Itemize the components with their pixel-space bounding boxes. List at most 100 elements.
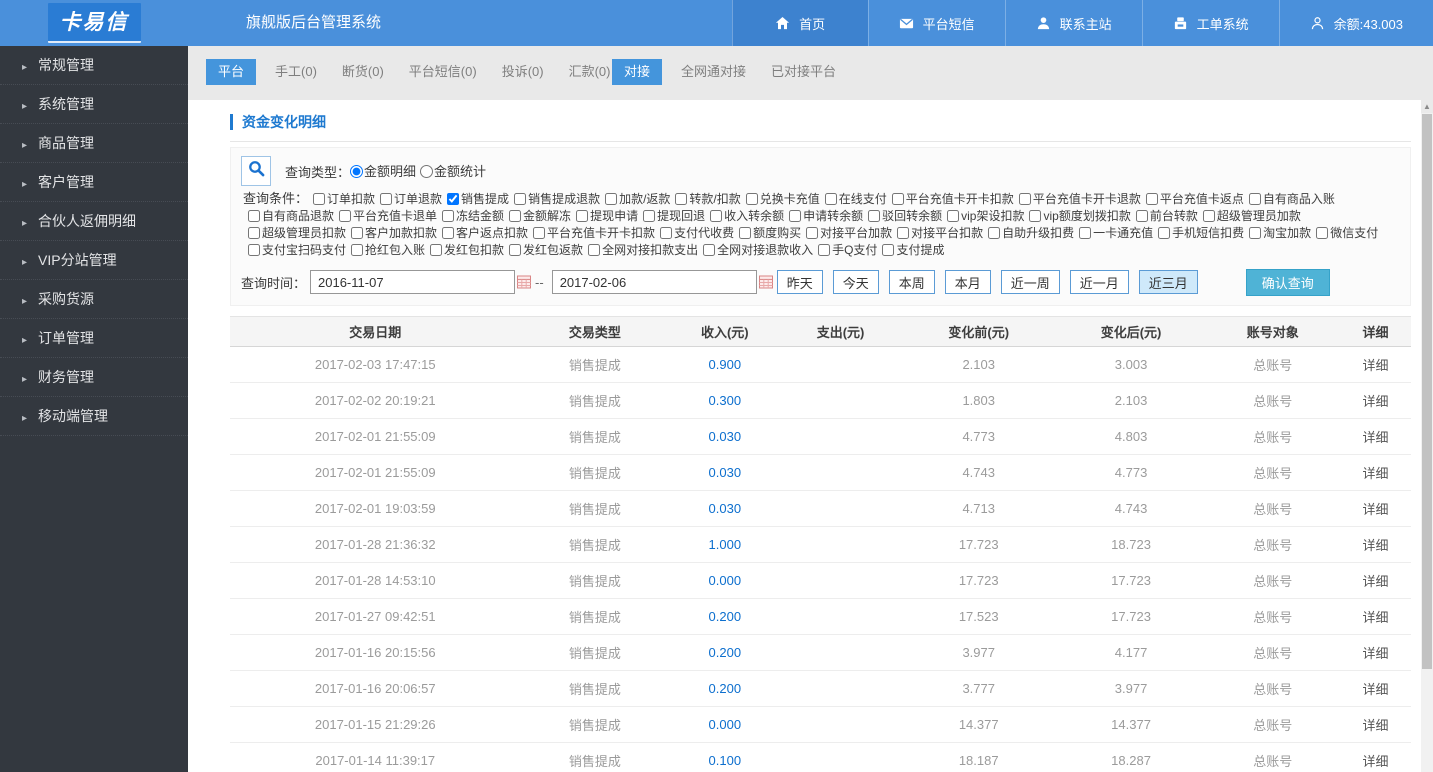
- checkbox-icon[interactable]: [351, 244, 364, 256]
- condition-checkbox[interactable]: 客户加款扣款: [346, 226, 437, 240]
- checkbox-icon[interactable]: [1202, 210, 1215, 222]
- topnav-item[interactable]: 工单系统: [1141, 0, 1279, 46]
- subnav-tab[interactable]: 对接: [612, 59, 663, 85]
- subnav-tab[interactable]: 已对接平台: [765, 59, 842, 85]
- checkbox-icon[interactable]: [824, 193, 837, 205]
- sidebar-item[interactable]: ▸ 财务管理: [0, 358, 188, 397]
- condition-checkbox[interactable]: 客户返点扣款: [437, 226, 528, 240]
- subnav-tab[interactable]: 汇款(0): [563, 59, 617, 85]
- condition-checkbox[interactable]: 申请转余额: [784, 209, 863, 223]
- condition-checkbox[interactable]: 平台充值卡开卡退款: [1014, 192, 1141, 206]
- condition-checkbox[interactable]: 支付提成: [877, 243, 944, 257]
- condition-checkbox[interactable]: vip额度划拨扣款: [1024, 209, 1131, 223]
- condition-checkbox[interactable]: 一卡通充值: [1074, 226, 1153, 240]
- topnav-item[interactable]: 平台短信: [867, 0, 1005, 46]
- detail-link[interactable]: 详细: [1363, 430, 1389, 445]
- subnav-tab[interactable]: 平台短信(0): [403, 59, 483, 85]
- logo-area[interactable]: 卡易信: [0, 0, 188, 46]
- detail-link[interactable]: 详细: [1363, 538, 1389, 553]
- sidebar-item[interactable]: ▸ VIP分站管理: [0, 241, 188, 280]
- checkbox-icon[interactable]: [509, 210, 522, 222]
- quick-range-button[interactable]: 昨天: [776, 270, 823, 294]
- income-value-link[interactable]: 0.900: [709, 357, 742, 372]
- checkbox-icon[interactable]: [447, 193, 460, 205]
- checkbox-icon[interactable]: [1145, 193, 1158, 205]
- checkbox-icon[interactable]: [891, 193, 904, 205]
- checkbox-icon[interactable]: [643, 210, 656, 222]
- checkbox-icon[interactable]: [442, 227, 455, 239]
- condition-checkbox[interactable]: 自助升级扣费: [983, 226, 1074, 240]
- detail-link[interactable]: 详细: [1363, 610, 1389, 625]
- topnav-item[interactable]: 联系主站: [1004, 0, 1142, 46]
- income-value-link[interactable]: 0.200: [709, 645, 742, 660]
- checkbox-icon[interactable]: [1316, 227, 1329, 239]
- topnav-item[interactable]: 首页: [731, 0, 868, 46]
- topnav-item[interactable]: 余额:43.003: [1278, 0, 1433, 46]
- income-value-link[interactable]: 0.300: [709, 393, 742, 408]
- checkbox-icon[interactable]: [988, 227, 1001, 239]
- checkbox-icon[interactable]: [588, 244, 601, 256]
- income-value-link[interactable]: 0.030: [709, 501, 742, 516]
- checkbox-icon[interactable]: [1135, 210, 1148, 222]
- sidebar-item[interactable]: ▸ 商品管理: [0, 124, 188, 163]
- condition-checkbox[interactable]: 销售提成: [442, 192, 509, 206]
- checkbox-icon[interactable]: [1018, 193, 1031, 205]
- condition-checkbox[interactable]: 转款/扣款: [670, 192, 741, 206]
- condition-checkbox[interactable]: 全网对接扣款支出: [583, 243, 698, 257]
- detail-link[interactable]: 详细: [1363, 682, 1389, 697]
- scroll-up-arrow-icon[interactable]: ▲: [1421, 100, 1433, 113]
- condition-checkbox[interactable]: 发红包返款: [504, 243, 583, 257]
- checkbox-icon[interactable]: [576, 210, 589, 222]
- income-value-link[interactable]: 0.100: [709, 753, 742, 768]
- checkbox-icon[interactable]: [789, 210, 802, 222]
- checkbox-icon[interactable]: [313, 193, 326, 205]
- quick-range-button[interactable]: 本周: [888, 270, 935, 294]
- quick-range-button[interactable]: 近一月: [1069, 270, 1129, 294]
- date-to-input[interactable]: [551, 270, 757, 294]
- condition-checkbox[interactable]: 自有商品退款: [243, 209, 334, 223]
- condition-checkbox[interactable]: 加款/返款: [600, 192, 670, 206]
- checkbox-icon[interactable]: [710, 210, 723, 222]
- checkbox-icon[interactable]: [248, 244, 260, 256]
- checkbox-icon[interactable]: [248, 227, 260, 239]
- detail-link[interactable]: 详细: [1363, 394, 1389, 409]
- checkbox-icon[interactable]: [509, 244, 522, 256]
- income-value-link[interactable]: 0.000: [709, 717, 742, 732]
- sidebar-item[interactable]: ▸ 系统管理: [0, 85, 188, 124]
- checkbox-icon[interactable]: [514, 193, 527, 205]
- detail-link[interactable]: 详细: [1363, 358, 1389, 373]
- income-value-link[interactable]: 0.000: [709, 573, 742, 588]
- condition-checkbox[interactable]: 额度购买: [734, 226, 801, 240]
- checkbox-icon[interactable]: [1158, 227, 1171, 239]
- condition-checkbox[interactable]: 兑换卡充值: [741, 192, 820, 206]
- query-type-radio[interactable]: 金额统计: [420, 164, 486, 179]
- detail-link[interactable]: 详细: [1363, 466, 1389, 481]
- income-value-link[interactable]: 0.030: [709, 429, 742, 444]
- condition-checkbox[interactable]: 自有商品入账: [1244, 192, 1335, 206]
- condition-checkbox[interactable]: 淘宝加款: [1244, 226, 1311, 240]
- query-type-radio[interactable]: 金额明细: [350, 164, 416, 179]
- calendar-icon[interactable]: [517, 275, 532, 289]
- condition-checkbox[interactable]: 冻结金额: [437, 209, 504, 223]
- condition-checkbox[interactable]: 对接平台扣款: [892, 226, 983, 240]
- condition-checkbox[interactable]: 提现回退: [638, 209, 705, 223]
- subnav-tab[interactable]: 平台: [206, 59, 257, 85]
- condition-checkbox[interactable]: 支付宝扫码支付: [243, 243, 346, 257]
- condition-checkbox[interactable]: 收入转余额: [705, 209, 784, 223]
- date-from-input[interactable]: [310, 270, 516, 294]
- income-value-link[interactable]: 0.030: [709, 465, 742, 480]
- income-value-link[interactable]: 0.200: [709, 609, 742, 624]
- condition-checkbox[interactable]: 平台充值卡退单: [334, 209, 437, 223]
- condition-checkbox[interactable]: 平台充值卡开卡扣款: [528, 226, 655, 240]
- condition-checkbox[interactable]: 对接平台加款: [801, 226, 892, 240]
- condition-checkbox[interactable]: 超级管理员加款: [1198, 209, 1301, 223]
- condition-checkbox[interactable]: 手机短信扣费: [1153, 226, 1244, 240]
- vertical-scrollbar[interactable]: ▲: [1421, 100, 1433, 772]
- confirm-query-button[interactable]: 确认查询: [1245, 268, 1330, 296]
- condition-checkbox[interactable]: 订单扣款: [308, 192, 375, 206]
- detail-link[interactable]: 详细: [1363, 718, 1389, 733]
- checkbox-icon[interactable]: [1249, 227, 1262, 239]
- checkbox-icon[interactable]: [533, 227, 546, 239]
- subnav-tab[interactable]: 手工(0): [269, 59, 323, 85]
- quick-range-button[interactable]: 近三月: [1138, 270, 1198, 294]
